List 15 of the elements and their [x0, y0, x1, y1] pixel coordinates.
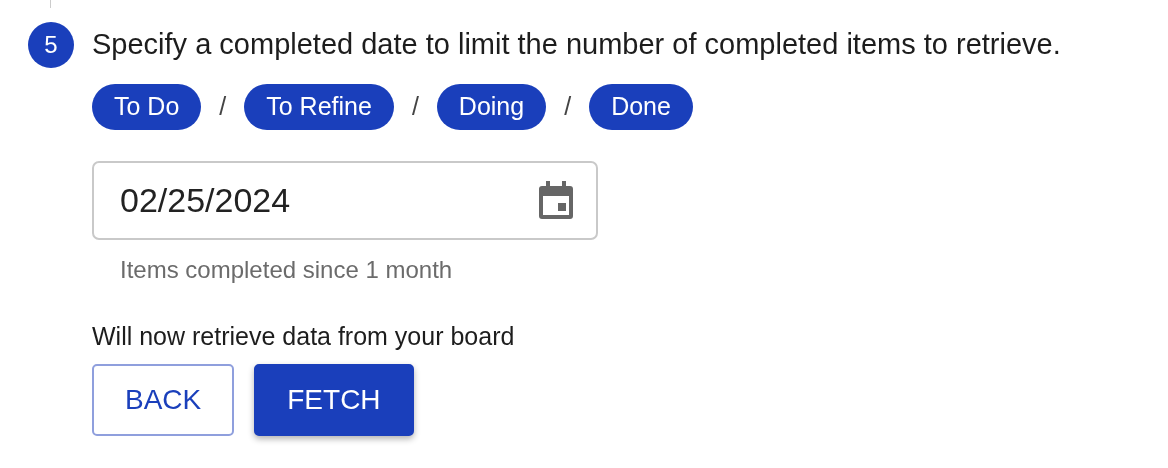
column-chip: To Refine: [244, 84, 394, 130]
separator-slash: /: [411, 91, 419, 123]
calendar-icon: [538, 180, 574, 220]
fetch-button[interactable]: FETCH: [254, 363, 414, 436]
separator-slash: /: [219, 91, 227, 123]
step-number: 5: [28, 22, 74, 68]
instruction-text: Specify a completed date to limit the number of completed items to retrieve.: [92, 27, 1061, 63]
status-message: Will now retrieve data from your board: [92, 321, 516, 352]
column-chip: To Do: [92, 84, 202, 130]
helper-text: Items completed since 1 month: [120, 255, 454, 285]
column-chip: Done: [589, 84, 693, 130]
separator-slash: /: [564, 91, 572, 123]
back-button[interactable]: BACK: [92, 363, 235, 436]
date-field[interactable]: 02/25/2024: [92, 161, 598, 240]
column-chip: Doing: [436, 84, 547, 130]
